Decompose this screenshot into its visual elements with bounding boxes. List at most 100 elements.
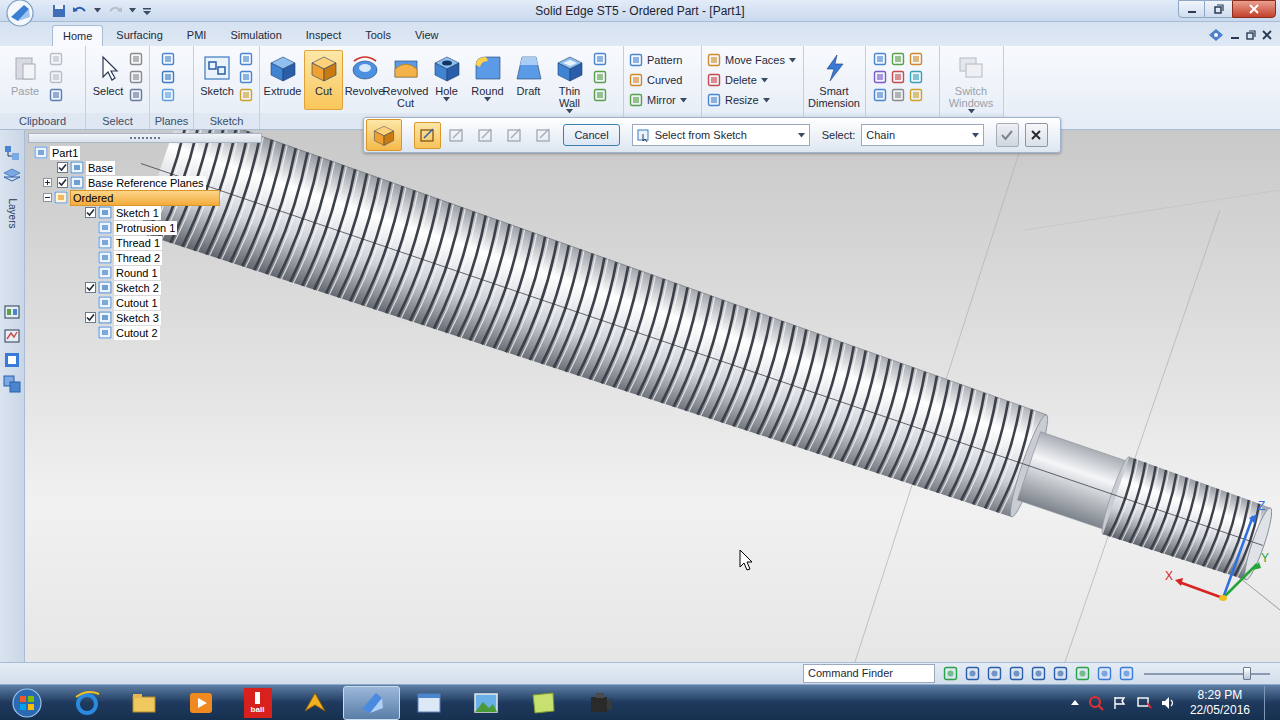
tree-item[interactable]: Round 1	[32, 265, 262, 280]
threaded-rod[interactable]	[120, 130, 1280, 608]
ribbon-tab[interactable]: Surfacing	[105, 24, 173, 46]
quick-access-menu-icon[interactable]	[142, 6, 152, 16]
save-icon[interactable]	[52, 4, 66, 18]
step-button[interactable]	[501, 122, 528, 149]
taskbar-app[interactable]	[172, 686, 229, 720]
ribbon-tab[interactable]: Inspect	[295, 24, 352, 46]
modify-button[interactable]: Move Faces	[705, 50, 798, 70]
command-main-button[interactable]	[366, 119, 402, 151]
visibility-checkbox[interactable]	[85, 282, 96, 293]
pattern-button[interactable]: Mirror	[627, 90, 689, 110]
taskbar-app[interactable]	[571, 686, 628, 720]
tree-item[interactable]: Sketch 1	[32, 205, 262, 220]
collapse-toggle[interactable]	[43, 193, 52, 202]
visibility-checkbox[interactable]	[57, 177, 68, 188]
layers-tab[interactable]: Layers	[4, 190, 20, 221]
switch-windows-button[interactable]: Switch Windows	[943, 50, 999, 116]
family-tab-icon[interactable]	[3, 327, 21, 345]
solid-feature-button[interactable]: Draft	[509, 50, 548, 110]
command-finder-field[interactable]: Command Finder	[803, 664, 935, 683]
tree-item[interactable]: Ordered	[32, 190, 262, 205]
layers-tab-icon[interactable]	[3, 168, 21, 184]
tree-item[interactable]: Cutout 1	[32, 295, 262, 310]
library-tab-icon[interactable]	[3, 303, 21, 321]
undo-icon[interactable]	[72, 4, 88, 18]
model-canvas[interactable]: ZXY	[25, 130, 1280, 662]
network-icon[interactable]	[1136, 695, 1152, 711]
view-tool-icon[interactable]	[1009, 666, 1024, 681]
pathfinder-header[interactable]	[28, 133, 262, 143]
select-mode-dropdown[interactable]: Chain	[861, 124, 984, 146]
step-button[interactable]	[472, 122, 499, 149]
tree-item[interactable]: Thread 1	[32, 235, 262, 250]
ribbon-tab[interactable]: Simulation	[219, 24, 292, 46]
solid-feature-button[interactable]: Round	[468, 50, 507, 110]
doc-restore-icon[interactable]	[1246, 30, 1256, 40]
solid-feature-button[interactable]: Revolved Cut	[386, 50, 425, 111]
tree-item[interactable]: Sketch 3	[32, 310, 262, 325]
minimize-button[interactable]	[1178, 0, 1205, 18]
tree-item[interactable]: Cutout 2	[32, 325, 262, 340]
search-tray-icon[interactable]	[1088, 695, 1104, 711]
solid-feature-button[interactable]: Cut	[304, 50, 343, 110]
doc-close-icon[interactable]	[1262, 30, 1272, 40]
view-tool-icon[interactable]	[943, 666, 958, 681]
view-tool-icon[interactable]	[1031, 666, 1046, 681]
zoom-slider-thumb[interactable]	[1243, 667, 1251, 680]
clock[interactable]: 8:29 PM22/05/2016	[1184, 688, 1256, 718]
taskbar-app[interactable]: ball	[229, 686, 286, 720]
graphics-window[interactable]: ZXYPart1BaseBase Reference PlanesOrdered…	[25, 130, 1280, 662]
taskbar-app[interactable]	[115, 686, 172, 720]
pattern-button[interactable]: Pattern	[627, 50, 689, 70]
zoom-slider[interactable]	[1144, 667, 1270, 681]
step-button[interactable]	[414, 122, 441, 149]
view-tool-icon[interactable]	[1119, 666, 1134, 681]
taskbar-app[interactable]	[286, 686, 343, 720]
sensors-tab-icon[interactable]	[3, 351, 21, 369]
smart-dimension-button[interactable]: Smart Dimension	[807, 50, 861, 111]
close-command-button[interactable]	[1025, 123, 1048, 147]
view-tool-icon[interactable]	[1075, 666, 1090, 681]
step-button[interactable]	[530, 122, 557, 149]
sketch-button[interactable]: Sketch	[197, 50, 237, 110]
step-button[interactable]	[443, 122, 470, 149]
view-tool-icon[interactable]	[1097, 666, 1112, 681]
restore-button[interactable]	[1205, 0, 1232, 18]
ribbon-tab[interactable]: PMI	[176, 24, 218, 46]
tree-item[interactable]: Protrusion 1	[32, 220, 262, 235]
app-menu-button[interactable]	[0, 0, 40, 22]
select-from-dropdown[interactable]: Select from Sketch	[632, 124, 810, 146]
volume-icon[interactable]	[1160, 695, 1176, 711]
visibility-checkbox[interactable]	[57, 162, 68, 173]
pattern-button[interactable]: Curved	[627, 70, 689, 90]
select-button[interactable]: Select	[89, 50, 127, 110]
ribbon-tab[interactable]: Tools	[354, 24, 402, 46]
modify-button[interactable]: Delete	[705, 70, 798, 90]
taskbar-app[interactable]	[58, 686, 115, 720]
help-icon[interactable]	[1208, 28, 1224, 42]
taskbar-app[interactable]	[514, 686, 571, 720]
close-button[interactable]	[1232, 0, 1276, 18]
features-tab-icon[interactable]	[3, 375, 21, 393]
accept-button[interactable]	[996, 123, 1019, 147]
cancel-button[interactable]: Cancel	[563, 124, 619, 146]
show-desktop-button[interactable]	[1264, 686, 1276, 720]
solid-feature-button[interactable]: Revolve	[345, 50, 384, 110]
taskbar-app[interactable]	[400, 686, 457, 720]
ribbon-tab[interactable]: Home	[52, 25, 103, 46]
tree-item[interactable]: Sketch 2	[32, 280, 262, 295]
expand-toggle[interactable]	[43, 178, 52, 187]
tree-item[interactable]: Base	[32, 160, 262, 175]
solid-feature-button[interactable]: Extrude	[263, 50, 302, 110]
solid-feature-button[interactable]: Thin Wall	[550, 50, 589, 116]
tree-item[interactable]: Base Reference Planes	[32, 175, 262, 190]
paste-button[interactable]: Paste	[3, 50, 47, 110]
solid-feature-button[interactable]: Hole	[427, 50, 466, 110]
taskbar-app[interactable]	[343, 686, 400, 720]
start-button[interactable]	[0, 685, 54, 720]
modify-button[interactable]: Resize	[705, 90, 798, 110]
tree-item[interactable]: Part1	[32, 145, 262, 160]
visibility-checkbox[interactable]	[85, 312, 96, 323]
pathfinder-tab-icon[interactable]	[3, 144, 21, 162]
ribbon-tab[interactable]: View	[404, 24, 450, 46]
